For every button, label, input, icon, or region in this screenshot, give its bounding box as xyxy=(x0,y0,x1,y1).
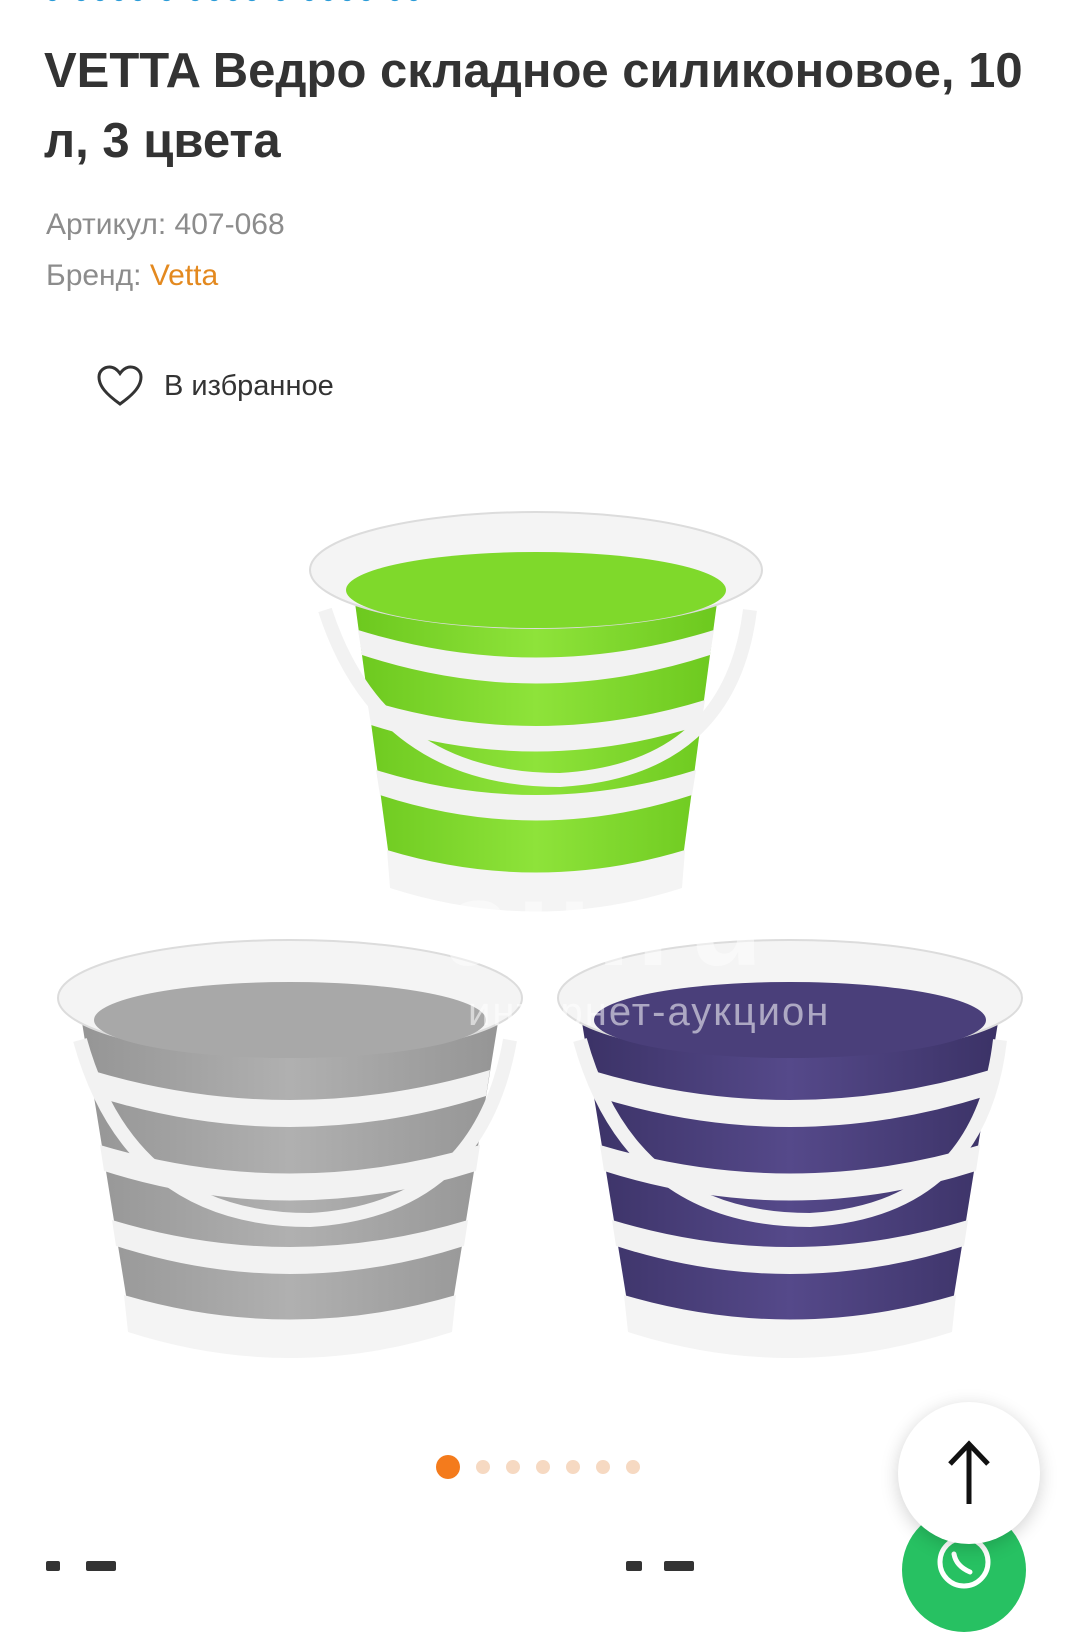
product-sku: Артикул: 407-068 xyxy=(46,208,285,242)
top-breadcrumb-cutoff[interactable]: ● ●●●● ● ●●●● ● ●●●● ●● xyxy=(44,0,604,8)
brand-link[interactable]: Vetta xyxy=(150,259,218,292)
sku-label: Артикул: xyxy=(46,208,167,241)
watermark-logo: au.ru xyxy=(445,857,769,991)
grey-bucket xyxy=(57,939,523,1358)
gallery-pagination xyxy=(436,1455,640,1479)
gallery-dot-2[interactable] xyxy=(476,1460,490,1474)
gallery-dot-7[interactable] xyxy=(626,1460,640,1474)
favorites-label: В избранное xyxy=(164,369,334,402)
product-image-gallery[interactable]: au.ru интернет-аукцион xyxy=(40,480,1040,1410)
scroll-to-top-button[interactable] xyxy=(898,1402,1040,1544)
gallery-dot-6[interactable] xyxy=(596,1460,610,1474)
product-title: VETTA Ведро складное силиконовое, 10 л, … xyxy=(44,44,1023,168)
bottom-content-cutoff xyxy=(46,1555,846,1573)
watermark-caption: интернет-аукцион xyxy=(468,990,831,1034)
brand-label: Бренд: xyxy=(46,259,142,292)
arrow-up-icon xyxy=(948,1440,990,1504)
gallery-dot-5[interactable] xyxy=(566,1460,580,1474)
add-to-favorites-button[interactable]: В избранное xyxy=(96,364,334,408)
green-bucket xyxy=(309,511,763,912)
gallery-dot-1[interactable] xyxy=(436,1455,460,1479)
sku-value: 407-068 xyxy=(174,208,285,241)
gallery-dot-3[interactable] xyxy=(506,1460,520,1474)
gallery-dot-4[interactable] xyxy=(536,1460,550,1474)
product-brand: Бренд: Vetta xyxy=(46,259,218,293)
heart-outline-icon xyxy=(97,365,143,406)
